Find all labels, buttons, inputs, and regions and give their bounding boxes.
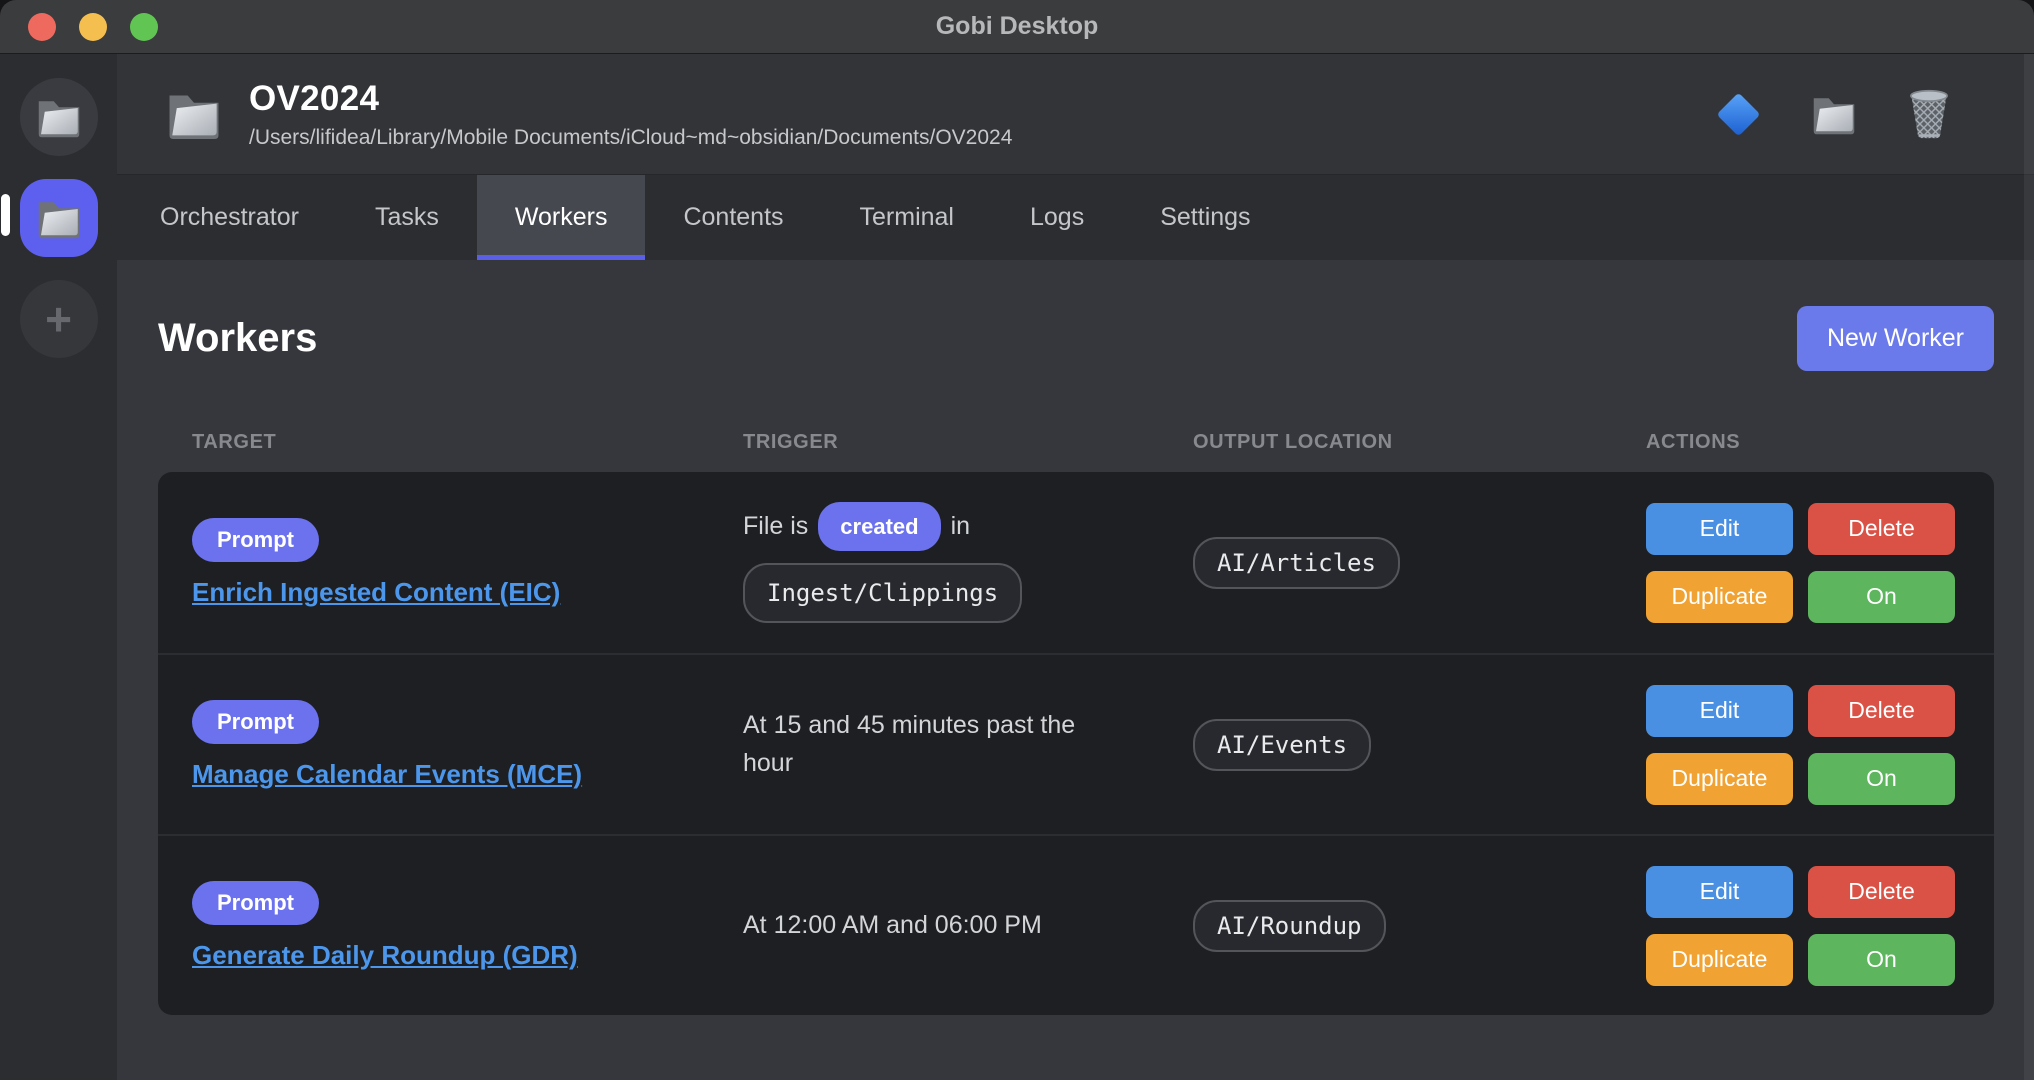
trigger-suffix: in (951, 512, 970, 540)
worker-link[interactable]: Generate Daily Roundup (GDR) (192, 940, 578, 971)
tab-contents[interactable]: Contents (645, 175, 821, 260)
project-header: OV2024 /Users/lifidea/Library/Mobile Doc… (117, 54, 2034, 175)
tab-bar: Orchestrator Tasks Workers Contents Term… (117, 175, 2034, 260)
tab-logs[interactable]: Logs (992, 175, 1122, 260)
table-header: TARGET TRIGGER OUTPUT LOCATION ACTIONS (158, 431, 1994, 454)
folder-icon[interactable] (1810, 92, 1858, 136)
output-location-chip: AI/Articles (1193, 537, 1400, 589)
delete-button[interactable]: Delete (1808, 503, 1955, 555)
page-title: Workers (158, 316, 317, 361)
diamond-icon[interactable] (1717, 99, 1760, 130)
toggle-on-button[interactable]: On (1808, 571, 1955, 623)
folder-icon (35, 196, 83, 240)
trigger-prefix: File is (743, 512, 808, 540)
tab-terminal[interactable]: Terminal (822, 175, 992, 260)
table-row: Prompt Enrich Ingested Content (EIC) Fil… (158, 472, 1994, 653)
output-location-chip: AI/Roundup (1193, 900, 1386, 952)
worker-type-badge: Prompt (192, 700, 319, 744)
window-titlebar: Gobi Desktop (0, 0, 2034, 54)
delete-button[interactable]: Delete (1808, 685, 1955, 737)
table-row: Prompt Generate Daily Roundup (GDR) At 1… (158, 834, 1994, 1015)
column-trigger: TRIGGER (743, 431, 1193, 454)
toggle-on-button[interactable]: On (1808, 753, 1955, 805)
trigger-text: At 12:00 AM and 06:00 PM (743, 907, 1083, 945)
app-window: Gobi Desktop + (0, 0, 2034, 1080)
trash-icon[interactable] (1908, 89, 1950, 139)
edit-button[interactable]: Edit (1646, 685, 1793, 737)
project-title: OV2024 (249, 79, 1012, 119)
workspace-button[interactable] (20, 78, 98, 156)
duplicate-button[interactable]: Duplicate (1646, 571, 1793, 623)
scrollbar-track[interactable] (2024, 54, 2034, 1080)
column-target: TARGET (192, 431, 743, 454)
workspace-sidebar: + (0, 54, 117, 1080)
tab-tasks[interactable]: Tasks (337, 175, 477, 260)
trigger-cell: At 15 and 45 minutes past the hour (743, 707, 1193, 782)
duplicate-button[interactable]: Duplicate (1646, 934, 1793, 986)
edit-button[interactable]: Edit (1646, 503, 1793, 555)
tab-workers[interactable]: Workers (477, 175, 646, 260)
tab-settings[interactable]: Settings (1122, 175, 1288, 260)
tab-orchestrator[interactable]: Orchestrator (122, 175, 337, 260)
trigger-folder-chip: Ingest/Clippings (743, 563, 1022, 623)
trigger-cell: File is created in Ingest/Clippings (743, 502, 1193, 623)
plus-icon: + (45, 296, 72, 342)
trigger-event-badge: created (818, 502, 940, 551)
folder-icon (165, 88, 223, 141)
workspace-button-active[interactable] (20, 179, 98, 257)
trigger-cell: At 12:00 AM and 06:00 PM (743, 907, 1193, 945)
toggle-on-button[interactable]: On (1808, 934, 1955, 986)
active-workspace-indicator (1, 194, 10, 236)
delete-button[interactable]: Delete (1808, 866, 1955, 918)
worker-type-badge: Prompt (192, 881, 319, 925)
output-location-chip: AI/Events (1193, 719, 1371, 771)
table-row: Prompt Manage Calendar Events (MCE) At 1… (158, 653, 1994, 834)
worker-link[interactable]: Enrich Ingested Content (EIC) (192, 577, 560, 608)
duplicate-button[interactable]: Duplicate (1646, 753, 1793, 805)
worker-link[interactable]: Manage Calendar Events (MCE) (192, 759, 582, 790)
column-output-location: OUTPUT LOCATION (1193, 431, 1646, 454)
workers-table: Prompt Enrich Ingested Content (EIC) Fil… (158, 472, 1994, 1015)
column-actions: ACTIONS (1646, 431, 1960, 454)
project-path: /Users/lifidea/Library/Mobile Documents/… (249, 126, 1012, 150)
workers-page: Workers New Worker TARGET TRIGGER OUTPUT… (117, 260, 2034, 1080)
new-worker-button[interactable]: New Worker (1797, 306, 1994, 371)
folder-icon (35, 95, 83, 139)
window-title: Gobi Desktop (0, 12, 2034, 41)
worker-type-badge: Prompt (192, 518, 319, 562)
edit-button[interactable]: Edit (1646, 866, 1793, 918)
trigger-text: At 15 and 45 minutes past the hour (743, 707, 1083, 782)
add-workspace-button[interactable]: + (20, 280, 98, 358)
